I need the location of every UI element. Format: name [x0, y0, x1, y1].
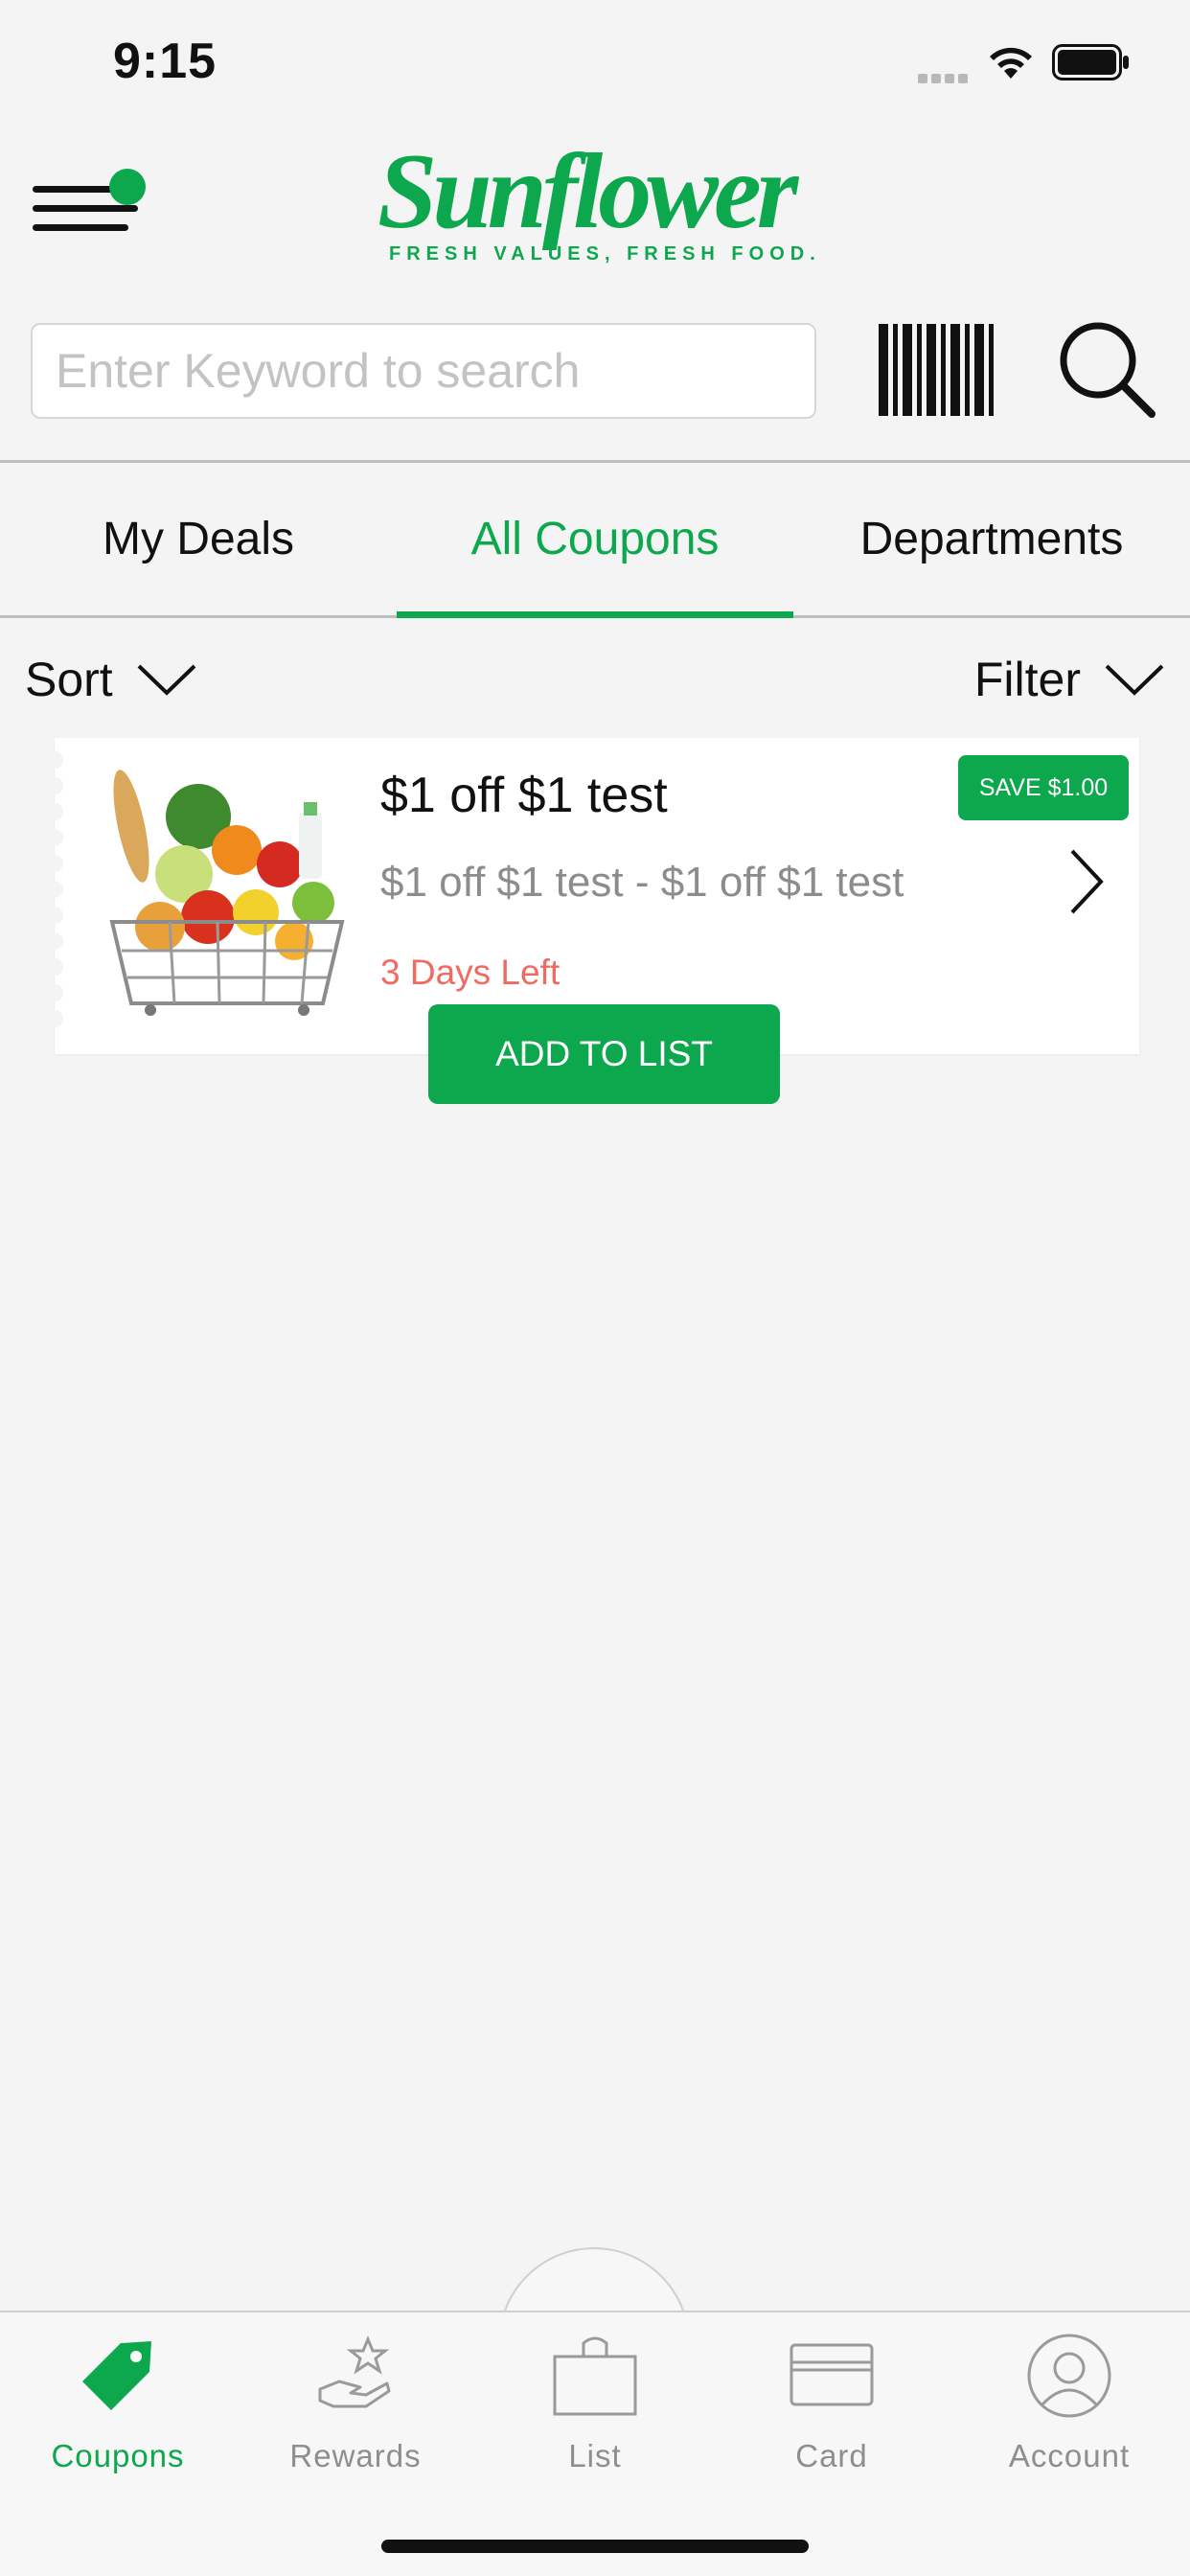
barcode-icon	[879, 324, 994, 416]
tag-icon	[82, 2341, 151, 2410]
barcode-scan-button[interactable]	[877, 322, 1001, 418]
filter-label: Filter	[973, 653, 1081, 706]
chevron-down-icon	[137, 664, 196, 696]
bag-icon	[553, 2336, 637, 2416]
coupon-tabs: My Deals All Coupons Departments	[0, 460, 1190, 618]
home-indicator[interactable]	[381, 2540, 809, 2553]
nav-coupons[interactable]: Coupons	[22, 2332, 214, 2475]
filter-dropdown[interactable]: Filter	[974, 652, 1165, 707]
grocery-basket-image	[109, 770, 345, 1016]
coupon-days-left: 3 Days Left	[380, 953, 561, 992]
perforated-edge	[46, 751, 63, 1048]
logo-text: Sunflower	[378, 132, 798, 251]
account-icon	[1027, 2334, 1111, 2418]
battery-icon	[1052, 44, 1129, 80]
notification-dot	[109, 169, 146, 205]
search-input[interactable]	[31, 323, 816, 419]
tab-my-deals[interactable]: My Deals	[0, 463, 397, 615]
nav-card[interactable]: Card	[736, 2332, 927, 2475]
card-icon	[790, 2343, 874, 2406]
sort-dropdown[interactable]: Sort	[25, 652, 197, 707]
search-icon	[1060, 322, 1156, 418]
coupon-title: $1 off $1 test	[380, 768, 668, 823]
tab-all-coupons[interactable]: All Coupons	[397, 463, 793, 618]
nav-coupons-label: Coupons	[51, 2438, 185, 2473]
nav-card-label: Card	[795, 2438, 868, 2473]
save-badge: SAVE $1.00	[958, 755, 1129, 820]
sunflower-logo: Sunflower FRESH VALUES, FRESH FOOD.	[374, 138, 815, 273]
rewards-hand-star-icon	[318, 2335, 391, 2408]
nav-list[interactable]: List	[499, 2332, 691, 2475]
sort-label: Sort	[25, 653, 113, 706]
bottom-navigation: Coupons Rewards List Card Account	[0, 2311, 1190, 2576]
nav-account-label: Account	[1008, 2438, 1131, 2473]
tab-departments[interactable]: Departments	[793, 463, 1190, 615]
status-time: 9:15	[113, 34, 217, 89]
hamburger-menu-icon	[33, 186, 117, 193]
nav-list-label: List	[568, 2438, 622, 2473]
status-bar: 9:15	[0, 0, 1190, 125]
logo-tagline: FRESH VALUES, FRESH FOOD.	[389, 243, 821, 264]
coupon-description: $1 off $1 test - $1 off $1 test	[380, 859, 904, 906]
menu-button[interactable]	[29, 163, 153, 259]
chevron-right-icon[interactable]	[1061, 843, 1109, 920]
chevron-down-icon	[1105, 664, 1164, 696]
wifi-icon	[990, 47, 1032, 79]
nav-rewards-label: Rewards	[289, 2438, 422, 2473]
search-button[interactable]	[1054, 316, 1159, 422]
nav-account[interactable]: Account	[973, 2332, 1165, 2475]
signal-icon	[918, 71, 972, 88]
add-to-list-button[interactable]: ADD TO LIST	[428, 1004, 780, 1104]
nav-rewards[interactable]: Rewards	[260, 2332, 451, 2475]
